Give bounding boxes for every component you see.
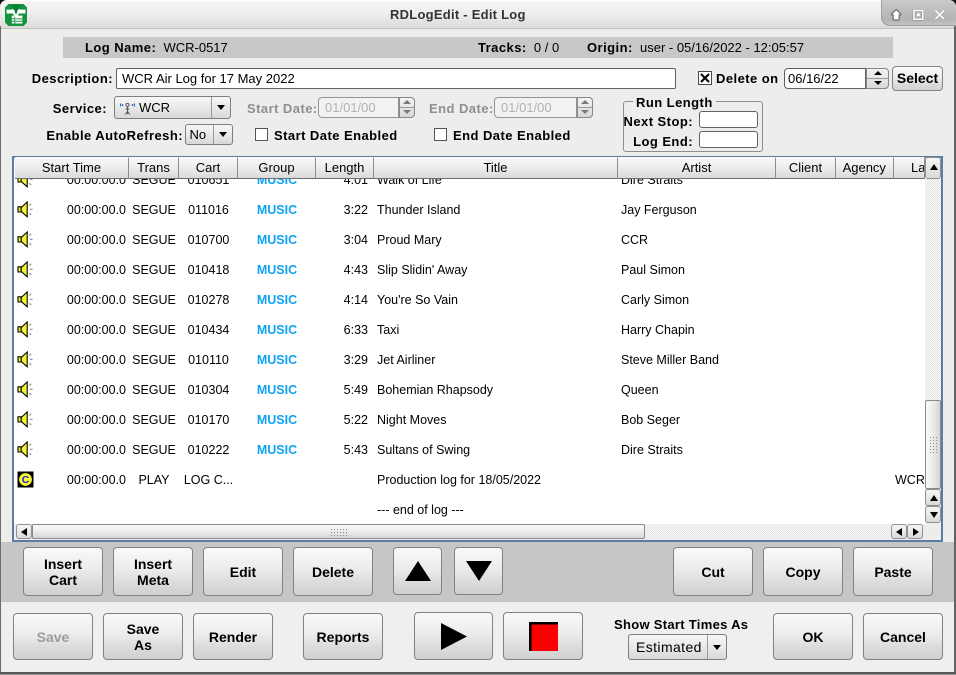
svg-text:C: C: [22, 474, 30, 486]
